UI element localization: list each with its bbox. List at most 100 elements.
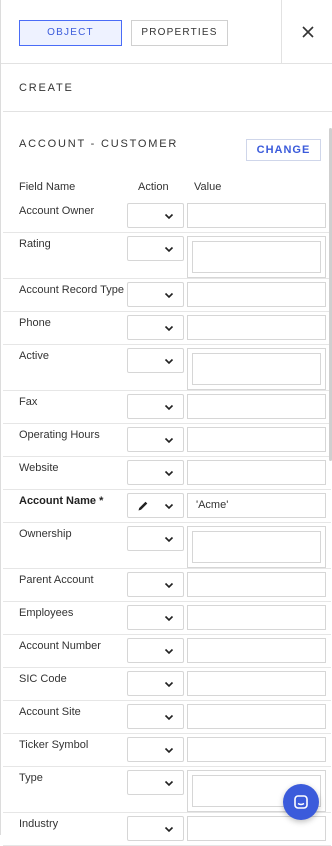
field-name-label: Active xyxy=(19,350,49,362)
field-row: Fax xyxy=(3,391,331,424)
field-action-dropdown[interactable] xyxy=(127,394,184,419)
field-action-dropdown[interactable] xyxy=(127,282,184,307)
field-name-label: Account Site xyxy=(19,706,81,718)
pencil-icon xyxy=(138,501,148,511)
column-header-value: Value xyxy=(194,181,222,193)
close-button[interactable] xyxy=(282,0,332,64)
field-name-label: Industry xyxy=(19,818,59,830)
field-name-label: Account Record Type xyxy=(19,284,124,296)
field-value-input[interactable] xyxy=(187,671,326,696)
change-object-button[interactable]: CHANGE xyxy=(246,139,321,161)
chevron-down-icon xyxy=(164,780,174,787)
chat-launcher-button[interactable] xyxy=(283,784,319,820)
textarea-inner xyxy=(192,353,321,385)
field-row: Ownership xyxy=(3,523,331,569)
field-action-dropdown[interactable] xyxy=(127,203,184,228)
field-action-dropdown[interactable] xyxy=(127,526,184,551)
tab-properties[interactable]: PROPERTIES xyxy=(131,20,228,46)
field-action-dropdown[interactable] xyxy=(127,460,184,485)
field-action-dropdown[interactable] xyxy=(127,236,184,261)
field-action-dropdown[interactable] xyxy=(127,315,184,340)
field-value-input[interactable] xyxy=(187,572,326,597)
field-action-dropdown[interactable] xyxy=(127,348,184,373)
chevron-down-icon xyxy=(164,503,174,510)
field-value-textarea[interactable] xyxy=(187,526,326,568)
field-name-label: SIC Code xyxy=(19,673,67,685)
object-title: ACCOUNT - CUSTOMER xyxy=(19,138,179,150)
field-value-input[interactable] xyxy=(187,704,326,729)
column-header-action: Action xyxy=(138,181,169,193)
chevron-down-icon xyxy=(164,826,174,833)
field-name-label: Ticker Symbol xyxy=(19,739,89,751)
chevron-down-icon xyxy=(164,681,174,688)
chat-icon xyxy=(294,795,308,809)
field-name-label: Operating Hours xyxy=(19,429,100,441)
field-action-dropdown[interactable] xyxy=(127,704,184,729)
field-name-label: Ownership xyxy=(19,528,72,540)
field-value-textarea[interactable] xyxy=(187,236,326,278)
field-value-input[interactable]: 'Acme' xyxy=(187,493,326,518)
tab-object[interactable]: OBJECT xyxy=(19,20,122,46)
field-row: Parent Account xyxy=(3,569,331,602)
field-action-dropdown[interactable] xyxy=(127,671,184,696)
field-action-dropdown[interactable] xyxy=(127,493,184,518)
chevron-down-icon xyxy=(164,325,174,332)
chevron-down-icon xyxy=(164,358,174,365)
field-value-input[interactable] xyxy=(187,427,326,452)
chevron-down-icon xyxy=(164,615,174,622)
field-action-dropdown[interactable] xyxy=(127,816,184,841)
field-action-dropdown[interactable] xyxy=(127,638,184,663)
field-name-label: Account Owner xyxy=(19,205,95,217)
field-row: Website xyxy=(3,457,331,490)
field-value-input[interactable] xyxy=(187,605,326,630)
field-name-label: Phone xyxy=(19,317,51,329)
field-value-input[interactable] xyxy=(187,737,326,762)
field-name-label: Type xyxy=(19,772,43,784)
field-row: Ticker Symbol xyxy=(3,734,331,767)
field-row: Account Owner xyxy=(3,200,331,233)
field-row: Phone xyxy=(3,312,331,345)
field-action-dropdown[interactable] xyxy=(127,770,184,795)
field-row: Account Site xyxy=(3,701,331,734)
field-name-label: Account Name * xyxy=(19,495,104,507)
field-value-input[interactable] xyxy=(187,816,326,841)
field-row: Active xyxy=(3,345,331,391)
chevron-down-icon xyxy=(164,404,174,411)
field-value-input[interactable] xyxy=(187,282,326,307)
section-title-create: CREATE xyxy=(19,82,74,94)
field-row: Account Number xyxy=(3,635,331,668)
field-name-label: Parent Account xyxy=(19,574,94,586)
field-action-dropdown[interactable] xyxy=(127,427,184,452)
field-row: Rating xyxy=(3,233,331,279)
chevron-down-icon xyxy=(164,246,174,253)
column-header-field-name: Field Name xyxy=(19,181,76,193)
chevron-down-icon xyxy=(164,437,174,444)
field-value-input[interactable] xyxy=(187,315,326,340)
chevron-down-icon xyxy=(164,536,174,543)
panel-header: OBJECT PROPERTIES xyxy=(1,0,332,64)
textarea-inner xyxy=(192,531,321,563)
field-action-dropdown[interactable] xyxy=(127,605,184,630)
field-value-input[interactable] xyxy=(187,203,326,228)
properties-panel: OBJECT PROPERTIES CREATE ACCOUNT - CUSTO… xyxy=(0,0,332,846)
field-action-dropdown[interactable] xyxy=(127,572,184,597)
field-row: Industry xyxy=(3,813,331,846)
chevron-down-icon xyxy=(164,747,174,754)
field-row: SIC Code xyxy=(3,668,331,701)
field-value-input[interactable] xyxy=(187,638,326,663)
field-row: Type xyxy=(3,767,331,813)
textarea-inner xyxy=(192,241,321,273)
field-name-label: Account Number xyxy=(19,640,101,652)
field-row: Account Name * 'Acme' xyxy=(3,490,331,523)
field-row: Account Record Type xyxy=(3,279,331,312)
field-name-label: Employees xyxy=(19,607,74,619)
field-name-label: Rating xyxy=(19,238,51,250)
section-divider xyxy=(3,111,332,112)
field-value-textarea[interactable] xyxy=(187,348,326,390)
chevron-down-icon xyxy=(164,213,174,220)
chevron-down-icon xyxy=(164,292,174,299)
field-value-input[interactable] xyxy=(187,460,326,485)
field-value-input[interactable] xyxy=(187,394,326,419)
field-action-dropdown[interactable] xyxy=(127,737,184,762)
field-name-label: Fax xyxy=(19,396,38,408)
